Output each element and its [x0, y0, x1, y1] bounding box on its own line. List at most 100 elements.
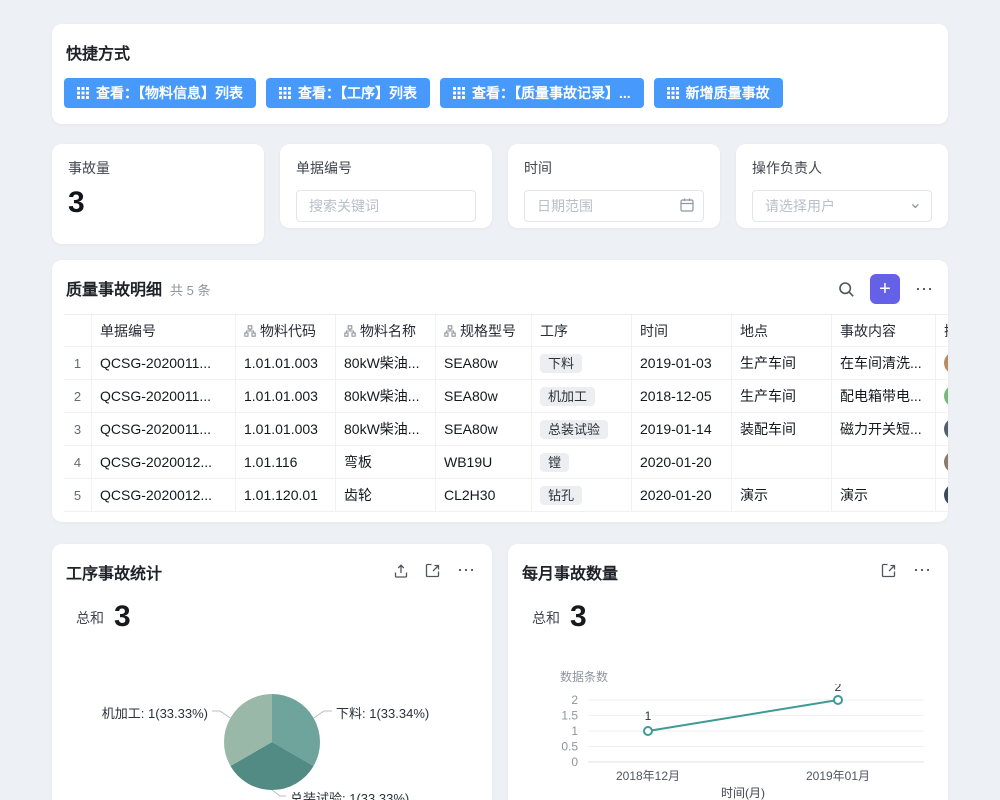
cell-code: 1.01.116	[236, 446, 336, 478]
cell-doc: QCSG-2020011...	[92, 380, 236, 412]
cell-code: 1.01.01.003	[236, 413, 336, 445]
cell-owner	[936, 446, 948, 478]
col-doc-number[interactable]: 单据编号	[92, 315, 236, 346]
shortcuts-title: 快捷方式	[66, 40, 130, 64]
doc-number-filter-card: 单据编号	[280, 144, 492, 228]
table-row[interactable]: 3 QCSG-2020011... 1.01.01.003 80kW柴油... …	[64, 413, 948, 446]
process-tag: 钻孔	[540, 486, 582, 505]
table-row[interactable]: 5 QCSG-2020012... 1.01.120.01 齿轮 CL2H30 …	[64, 479, 948, 512]
row-index: 4	[64, 446, 92, 478]
data-point[interactable]	[834, 696, 842, 704]
grid-icon	[279, 87, 291, 99]
cell-name: 弯板	[336, 446, 436, 478]
relation-icon	[244, 325, 256, 337]
shortcut-add-accident-button[interactable]: 新增质量事故	[654, 78, 783, 108]
avatar	[944, 352, 948, 374]
doc-number-search-input[interactable]	[296, 190, 476, 222]
cell-owner	[936, 479, 948, 511]
cell-spec: SEA80w	[436, 380, 532, 412]
relation-icon	[444, 325, 456, 337]
search-icon[interactable]	[838, 281, 855, 298]
y-tick: 1.5	[561, 709, 578, 723]
cell-name: 齿轮	[336, 479, 436, 511]
col-content[interactable]: 事故内容	[832, 315, 936, 346]
shortcut-label: 新增质量事故	[686, 83, 770, 103]
operator-select[interactable]	[752, 190, 932, 222]
pie-label-jijiagong: 机加工: 1(33.33%)	[80, 703, 208, 722]
shortcut-view-quality-records-button[interactable]: 查看：【质量事故记录】...	[440, 78, 644, 108]
y-tick: 1	[571, 724, 578, 738]
y-tick: 2	[571, 693, 578, 707]
pie-total-label: 总和	[76, 608, 104, 632]
monthly-accident-count-card: 每月事故数量 ⋯ 总和 3 数据条数 2 1.5 1 0.5	[508, 544, 948, 800]
accident-count-label: 事故量	[68, 158, 248, 178]
pie-card-title: 工序事故统计	[66, 560, 162, 584]
cell-content: 磁力开关短...	[832, 413, 936, 445]
operator-filter-card: 操作负责人 ⌄	[736, 144, 948, 228]
relation-icon	[344, 325, 356, 337]
cell-place	[732, 446, 832, 478]
process-tag: 镗	[540, 453, 569, 472]
avatar	[944, 385, 948, 407]
cell-spec: SEA80w	[436, 347, 532, 379]
cell-doc: QCSG-2020011...	[92, 347, 236, 379]
shortcut-label: 查看：【工序】列表	[298, 83, 417, 103]
pie-label-zongzhuang: 总装试验: 1(33.33%)	[290, 788, 409, 800]
more-icon: ⋯	[915, 279, 934, 300]
more-icon: ⋯	[913, 560, 932, 581]
cell-code: 1.01.01.003	[236, 380, 336, 412]
row-index: 2	[64, 380, 92, 412]
add-record-button[interactable]: +	[870, 274, 900, 304]
col-place[interactable]: 地点	[732, 315, 832, 346]
line-total-label: 总和	[532, 608, 560, 632]
cell-process: 下料	[532, 347, 632, 379]
col-index	[64, 315, 92, 346]
shortcuts-card: 快捷方式 查看：【物料信息】列表 查看：【工序】列表 查看：【质量事故记录】..…	[52, 24, 948, 124]
shortcut-view-process-list-button[interactable]: 查看：【工序】列表	[266, 78, 430, 108]
accident-detail-table-card: 质量事故明细共 5 条 + ⋯ 单据编号 物料代码	[52, 260, 948, 522]
grid-icon	[77, 87, 89, 99]
plus-icon: +	[879, 275, 891, 303]
cell-code: 1.01.01.003	[236, 347, 336, 379]
dashboard-page: 快捷方式 查看：【物料信息】列表 查看：【工序】列表 查看：【质量事故记录】..…	[0, 0, 1000, 800]
cell-content: 在车间清洗...	[832, 347, 936, 379]
cell-time: 2020-01-20	[632, 446, 732, 478]
line-total-value: 3	[570, 602, 587, 632]
col-spec-model[interactable]: 规格型号	[436, 315, 532, 346]
accident-table: 单据编号 物料代码 物料名称 规格型号 工序 时间 地点 事故内容 操作负责人	[64, 314, 948, 512]
process-tag: 机加工	[540, 387, 595, 406]
open-fullscreen-icon[interactable]	[881, 563, 897, 579]
calendar-icon[interactable]	[679, 197, 695, 213]
pie-more-menu[interactable]: ⋯	[457, 560, 476, 581]
operator-filter-label: 操作负责人	[752, 158, 932, 178]
avatar	[944, 451, 948, 473]
table-more-menu[interactable]: ⋯	[915, 279, 934, 300]
cell-name: 80kW柴油...	[336, 347, 436, 379]
open-fullscreen-icon[interactable]	[425, 563, 441, 579]
grid-icon	[453, 87, 465, 99]
table-row[interactable]: 4 QCSG-2020012... 1.01.116 弯板 WB19U 镗 20…	[64, 446, 948, 479]
cell-name: 80kW柴油...	[336, 380, 436, 412]
export-icon[interactable]	[393, 563, 409, 579]
leader-line	[314, 711, 332, 718]
cell-process: 钻孔	[532, 479, 632, 511]
table-count: 共 5 条	[170, 283, 210, 298]
col-process[interactable]: 工序	[532, 315, 632, 346]
cell-place: 装配车间	[732, 413, 832, 445]
cell-spec: WB19U	[436, 446, 532, 478]
date-range-input[interactable]	[524, 190, 704, 222]
data-point[interactable]	[644, 727, 652, 735]
col-material-name[interactable]: 物料名称	[336, 315, 436, 346]
x-tick: 2019年01月	[806, 769, 870, 783]
leader-line	[212, 711, 230, 718]
col-owner[interactable]: 操作负责人	[936, 315, 948, 346]
line-more-menu[interactable]: ⋯	[913, 560, 932, 581]
table-row[interactable]: 1 QCSG-2020011... 1.01.01.003 80kW柴油... …	[64, 347, 948, 380]
chevron-down-icon[interactable]: ⌄	[909, 193, 922, 213]
table-row[interactable]: 2 QCSG-2020011... 1.01.01.003 80kW柴油... …	[64, 380, 948, 413]
col-time[interactable]: 时间	[632, 315, 732, 346]
col-material-code[interactable]: 物料代码	[236, 315, 336, 346]
shortcut-view-material-list-button[interactable]: 查看：【物料信息】列表	[64, 78, 256, 108]
doc-number-label: 单据编号	[296, 158, 476, 178]
line-chart: 2 1.5 1 0.5 0 1 2 2018年12月 2019年01月 时间(月…	[508, 684, 948, 800]
